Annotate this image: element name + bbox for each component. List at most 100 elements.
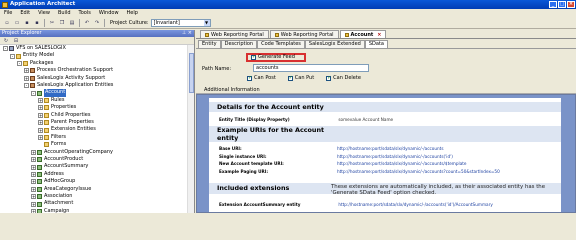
tree-item[interactable]: + Campaign bbox=[31, 208, 69, 213]
tree-item-label: Packages bbox=[30, 59, 54, 66]
editor-subtab[interactable]: SData bbox=[364, 40, 388, 48]
tree-item[interactable]: + Extension Entities bbox=[38, 126, 96, 133]
cut-icon[interactable]: ✂ bbox=[48, 19, 56, 27]
expand-toggle-icon[interactable]: + bbox=[31, 201, 36, 207]
tree-item[interactable]: + Filters bbox=[38, 134, 66, 141]
expand-toggle-icon[interactable]: + bbox=[31, 179, 36, 185]
document-tab[interactable]: Account × bbox=[339, 30, 387, 39]
open-folder-icon[interactable]: ▭ bbox=[13, 19, 21, 27]
expand-toggle-icon[interactable]: + bbox=[38, 134, 43, 140]
redo-icon[interactable]: ↷ bbox=[93, 19, 101, 27]
tree-item[interactable]: + Parent Properties bbox=[38, 119, 94, 126]
editor-subtab[interactable]: Code Templates bbox=[257, 40, 305, 48]
menu-help[interactable]: Help bbox=[127, 9, 138, 17]
generate-feed-checkbox[interactable]: ✓ bbox=[251, 55, 256, 60]
refresh-icon[interactable]: ↻ bbox=[2, 37, 10, 45]
uri-link[interactable]: http://hostname:port/sdata/slx/dynamic/-… bbox=[337, 146, 444, 151]
project-culture-select[interactable]: [Invariant] ▼ bbox=[150, 18, 211, 27]
expand-toggle-icon[interactable]: + bbox=[38, 120, 43, 126]
tree-item[interactable]: + AreaCategoryIssue bbox=[31, 186, 91, 193]
collapse-toggle-icon[interactable]: - bbox=[31, 90, 36, 96]
can-delete-label: Can Delete bbox=[333, 75, 361, 81]
editor-subtab[interactable]: Description bbox=[220, 40, 258, 48]
editor-subtab[interactable]: Entity bbox=[198, 40, 221, 48]
can-post-checkbox[interactable]: ✓ bbox=[247, 75, 252, 81]
menu-tools[interactable]: Tools bbox=[79, 9, 91, 17]
entity-title-row: Entity Title (Display Property) somevalu… bbox=[219, 117, 393, 122]
tree-item[interactable]: + Child Properties bbox=[38, 112, 90, 119]
tree-item-label: Properties bbox=[51, 104, 77, 111]
tree-item[interactable]: + Attachment bbox=[31, 200, 73, 207]
uri-link[interactable]: http://hostname:port/sdata/slx/dynamic/-… bbox=[337, 161, 466, 166]
collapse-toggle-icon[interactable]: - bbox=[10, 53, 15, 59]
tree-item[interactable]: + Association bbox=[31, 193, 72, 200]
tree-item[interactable]: - Account bbox=[31, 89, 67, 97]
close-tab-icon[interactable]: × bbox=[377, 31, 381, 39]
tree-item[interactable]: - Entity Model bbox=[10, 52, 54, 59]
can-delete-option[interactable]: ✓ Can Delete bbox=[326, 75, 361, 81]
expand-toggle-icon[interactable]: + bbox=[31, 194, 36, 200]
tree-item[interactable]: + Rules bbox=[38, 97, 65, 104]
can-delete-checkbox[interactable]: ✓ bbox=[326, 75, 331, 81]
collapse-toggle-icon[interactable]: - bbox=[17, 60, 22, 66]
tree-item[interactable]: + AccountSummary bbox=[31, 163, 88, 170]
tree-item-label: Attachment bbox=[44, 200, 74, 207]
expand-toggle-icon[interactable]: + bbox=[31, 157, 36, 163]
expand-toggle-icon[interactable]: + bbox=[31, 171, 36, 177]
save-icon[interactable]: ▪ bbox=[23, 19, 31, 27]
pin-icon[interactable]: ⊥ × bbox=[182, 30, 192, 37]
minimize-icon[interactable]: _ bbox=[549, 1, 557, 8]
menu-view[interactable]: View bbox=[38, 9, 50, 17]
tree-item[interactable]: + Properties bbox=[38, 104, 76, 111]
menu-file[interactable]: File bbox=[4, 9, 12, 17]
collapse-icon[interactable]: ⊟ bbox=[12, 37, 20, 45]
close-icon[interactable]: × bbox=[567, 1, 575, 8]
uri-link[interactable]: http://hostname:port/sdata/slx/dynamic/-… bbox=[337, 169, 500, 174]
tree-item[interactable]: Forms bbox=[38, 141, 66, 148]
menu-build[interactable]: Build bbox=[58, 9, 71, 17]
editor-subtab[interactable]: SalesLogix Extended bbox=[304, 40, 365, 48]
collapse-toggle-icon[interactable]: - bbox=[3, 46, 8, 52]
chevron-down-icon[interactable]: ▼ bbox=[203, 19, 210, 26]
expand-toggle-icon[interactable]: + bbox=[38, 97, 43, 103]
tree-item[interactable]: - SalesLogix Application Entities bbox=[24, 82, 113, 89]
can-put-option[interactable]: ✓ Can Put bbox=[287, 75, 314, 81]
paste-icon[interactable]: ▤ bbox=[68, 19, 76, 27]
document-tab[interactable]: Web Reporting Portal bbox=[269, 30, 339, 38]
expand-toggle-icon[interactable]: + bbox=[24, 68, 29, 74]
expand-toggle-icon[interactable]: + bbox=[31, 208, 36, 213]
can-post-option[interactable]: ✓ Can Post bbox=[247, 75, 276, 81]
uri-link[interactable]: http://hostname:port/sdata/slx/dynamic/-… bbox=[337, 154, 453, 159]
menu-edit[interactable]: Edit bbox=[20, 9, 30, 17]
extension-link[interactable]: http://hostname:port/sdata/slx/dynamic/-… bbox=[338, 202, 492, 207]
expand-toggle-icon[interactable]: + bbox=[38, 127, 43, 133]
tree-item[interactable]: + AdHocGroup bbox=[31, 178, 75, 185]
tree-item[interactable]: - VFS on SALESLOGIX bbox=[3, 45, 66, 52]
copy-icon[interactable]: ❐ bbox=[58, 19, 66, 27]
generate-feed-option[interactable]: ✓ Generate Feed bbox=[246, 53, 306, 62]
path-name-input[interactable]: accounts bbox=[253, 64, 369, 72]
document-tab[interactable]: Web Reporting Portal bbox=[200, 30, 269, 38]
new-icon[interactable]: ▫ bbox=[3, 19, 11, 27]
tree-item[interactable]: + Process Orchestration Support bbox=[24, 67, 113, 74]
expand-toggle-icon[interactable]: + bbox=[31, 164, 36, 170]
tree-item[interactable]: + AccountOperatingCompany bbox=[31, 149, 113, 156]
expand-toggle-icon[interactable]: + bbox=[24, 75, 29, 81]
tree-item[interactable]: + AccountProduct bbox=[31, 156, 83, 163]
collapse-toggle-icon[interactable]: - bbox=[24, 83, 29, 89]
undo-icon[interactable]: ↶ bbox=[83, 19, 91, 27]
expand-toggle-icon[interactable]: + bbox=[31, 149, 36, 155]
save-all-icon[interactable]: ▪ bbox=[33, 19, 41, 27]
can-put-checkbox[interactable]: ✓ bbox=[287, 75, 293, 81]
expand-toggle-icon[interactable]: + bbox=[31, 186, 36, 192]
explorer-title: Project Explorer bbox=[2, 30, 42, 36]
tree-item[interactable]: + Address bbox=[31, 171, 64, 178]
expand-toggle-icon[interactable]: + bbox=[38, 112, 43, 118]
tree-item[interactable]: - Packages bbox=[17, 60, 53, 67]
menu-window[interactable]: Window bbox=[99, 9, 119, 17]
expand-toggle-icon[interactable]: + bbox=[38, 105, 43, 111]
tree-item[interactable]: + SalesLogix Activity Support bbox=[24, 75, 105, 82]
scrollbar-thumb[interactable] bbox=[189, 53, 194, 93]
vertical-scrollbar[interactable] bbox=[187, 45, 194, 213]
maximize-icon[interactable]: □ bbox=[558, 1, 566, 8]
